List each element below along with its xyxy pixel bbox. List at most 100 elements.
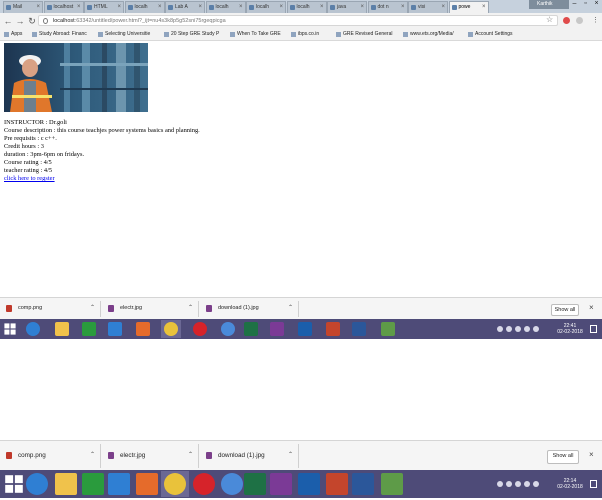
bookmark-item[interactable]: www.ets.org/Media/: [402, 30, 454, 39]
download-options-chevron-icon[interactable]: ⌃: [188, 304, 193, 311]
address-bar[interactable]: localhost:63342/untitled/power.html?_ijt…: [38, 15, 558, 26]
dropbox-icon[interactable]: [108, 473, 130, 495]
chrome-icon[interactable]: [164, 322, 178, 336]
keyboard-icon[interactable]: [533, 481, 539, 487]
word-icon[interactable]: [352, 322, 366, 336]
people-icon[interactable]: [497, 326, 503, 332]
bookmark-item[interactable]: 20 Step GRE Study P: [163, 30, 219, 39]
chromium-icon[interactable]: [221, 473, 243, 495]
browser-tab[interactable]: Mail ×: [3, 1, 43, 13]
download-item[interactable]: comp.png: [6, 305, 42, 312]
extension-icon[interactable]: [576, 17, 583, 24]
people-icon[interactable]: [497, 481, 503, 487]
close-tab-icon[interactable]: ×: [117, 2, 121, 13]
bookmark-item[interactable]: GRE Revised General: [335, 30, 392, 39]
bookmark-item[interactable]: When To Take GRE: [229, 30, 281, 39]
photos-icon[interactable]: [136, 322, 150, 336]
visual-studio-icon[interactable]: [381, 473, 403, 495]
volume-icon[interactable]: [524, 481, 530, 487]
powerpoint-icon[interactable]: [326, 473, 348, 495]
chrome-icon[interactable]: [164, 473, 186, 495]
clock[interactable]: 22:41 02-02-2018: [552, 323, 588, 335]
browser-tab[interactable]: java ×: [327, 1, 367, 13]
clock[interactable]: 22:14 02-02-2018: [552, 478, 588, 490]
show-all-button[interactable]: Show all: [551, 304, 579, 316]
notifications-icon[interactable]: [590, 325, 597, 333]
close-tab-icon[interactable]: ×: [36, 2, 40, 13]
download-options-chevron-icon[interactable]: ⌃: [288, 304, 293, 311]
download-item[interactable]: electr.jpg: [108, 452, 145, 459]
extension-icon[interactable]: [563, 17, 570, 24]
profile-button[interactable]: Karthik: [529, 0, 569, 9]
browser-tab[interactable]: Lab A ×: [165, 1, 205, 13]
edge-icon[interactable]: [26, 473, 48, 495]
bookmark-star-icon[interactable]: ☆: [546, 15, 553, 24]
download-item[interactable]: comp.png: [6, 452, 46, 459]
browser-tab[interactable]: localh ×: [205, 1, 246, 13]
download-options-chevron-icon[interactable]: ⌃: [188, 451, 193, 458]
close-tab-icon[interactable]: ×: [239, 2, 243, 13]
browser-tab[interactable]: localh ×: [246, 1, 286, 13]
info-icon[interactable]: [43, 18, 48, 24]
excel-icon[interactable]: [244, 473, 266, 495]
register-link[interactable]: click here to regster: [4, 175, 55, 182]
close-tab-icon[interactable]: ×: [158, 2, 162, 13]
browser-tab[interactable]: localh ×: [286, 1, 327, 13]
download-item[interactable]: download (1).jpg: [206, 305, 259, 312]
photos-icon[interactable]: [136, 473, 158, 495]
browser-tab[interactable]: dot n ×: [367, 1, 408, 13]
bookmark-item[interactable]: Selecting Universitie: [97, 30, 150, 39]
visual-studio-icon[interactable]: [381, 322, 395, 336]
close-tab-icon[interactable]: ×: [482, 2, 486, 13]
bookmark-item[interactable]: ibps.co.in: [290, 30, 319, 39]
bookmark-item[interactable]: Account Settings: [467, 30, 513, 39]
close-tab-icon[interactable]: ×: [360, 2, 364, 13]
start-icon[interactable]: [3, 322, 17, 336]
file-explorer-icon[interactable]: [55, 322, 69, 336]
minimize-button[interactable]: –: [569, 0, 580, 9]
download-item[interactable]: download (1).jpg: [206, 452, 265, 459]
menu-icon[interactable]: ⋮: [592, 16, 599, 24]
browser-tab[interactable]: HTML ×: [84, 1, 124, 13]
excel-icon[interactable]: [244, 322, 258, 336]
maximize-button[interactable]: ▫: [580, 0, 591, 9]
reload-button[interactable]: ↻: [26, 15, 38, 27]
edge-icon[interactable]: [26, 322, 40, 336]
browser-tab[interactable]: powe ×: [448, 1, 489, 13]
word-icon[interactable]: [352, 473, 374, 495]
opera-icon[interactable]: [193, 322, 207, 336]
network-icon[interactable]: [515, 326, 521, 332]
download-options-chevron-icon[interactable]: ⌃: [90, 304, 95, 311]
store-icon[interactable]: [82, 322, 96, 336]
opera-icon[interactable]: [193, 473, 215, 495]
store-icon[interactable]: [82, 473, 104, 495]
close-tab-icon[interactable]: ×: [441, 2, 445, 13]
close-window-button[interactable]: ×: [591, 0, 602, 9]
keyboard-icon[interactable]: [533, 326, 539, 332]
download-options-chevron-icon[interactable]: ⌃: [288, 451, 293, 458]
close-downloads-icon[interactable]: ×: [589, 303, 594, 312]
download-item[interactable]: electr.jpg: [108, 305, 142, 312]
file-explorer-icon[interactable]: [55, 473, 77, 495]
close-tab-icon[interactable]: ×: [77, 2, 81, 13]
close-tab-icon[interactable]: ×: [320, 2, 324, 13]
outlook-icon[interactable]: [298, 322, 312, 336]
powerpoint-icon[interactable]: [326, 322, 340, 336]
back-button[interactable]: ←: [2, 15, 14, 27]
onenote-icon[interactable]: [270, 473, 292, 495]
close-tab-icon[interactable]: ×: [279, 2, 283, 13]
notifications-icon[interactable]: [590, 480, 597, 488]
browser-tab[interactable]: visi ×: [408, 1, 448, 13]
bookmark-item[interactable]: Study Abroad: Financ: [31, 30, 87, 39]
browser-tab[interactable]: localhost ×: [43, 1, 84, 13]
show-all-button[interactable]: Show all: [547, 450, 579, 464]
bookmark-item[interactable]: Apps: [3, 30, 22, 39]
volume-icon[interactable]: [524, 326, 530, 332]
forward-button[interactable]: →: [14, 15, 26, 27]
close-downloads-icon[interactable]: ×: [589, 450, 594, 459]
outlook-icon[interactable]: [298, 473, 320, 495]
close-tab-icon[interactable]: ×: [198, 2, 202, 13]
chromium-icon[interactable]: [221, 322, 235, 336]
dropbox-icon[interactable]: [108, 322, 122, 336]
chevron-up-icon[interactable]: [506, 481, 512, 487]
